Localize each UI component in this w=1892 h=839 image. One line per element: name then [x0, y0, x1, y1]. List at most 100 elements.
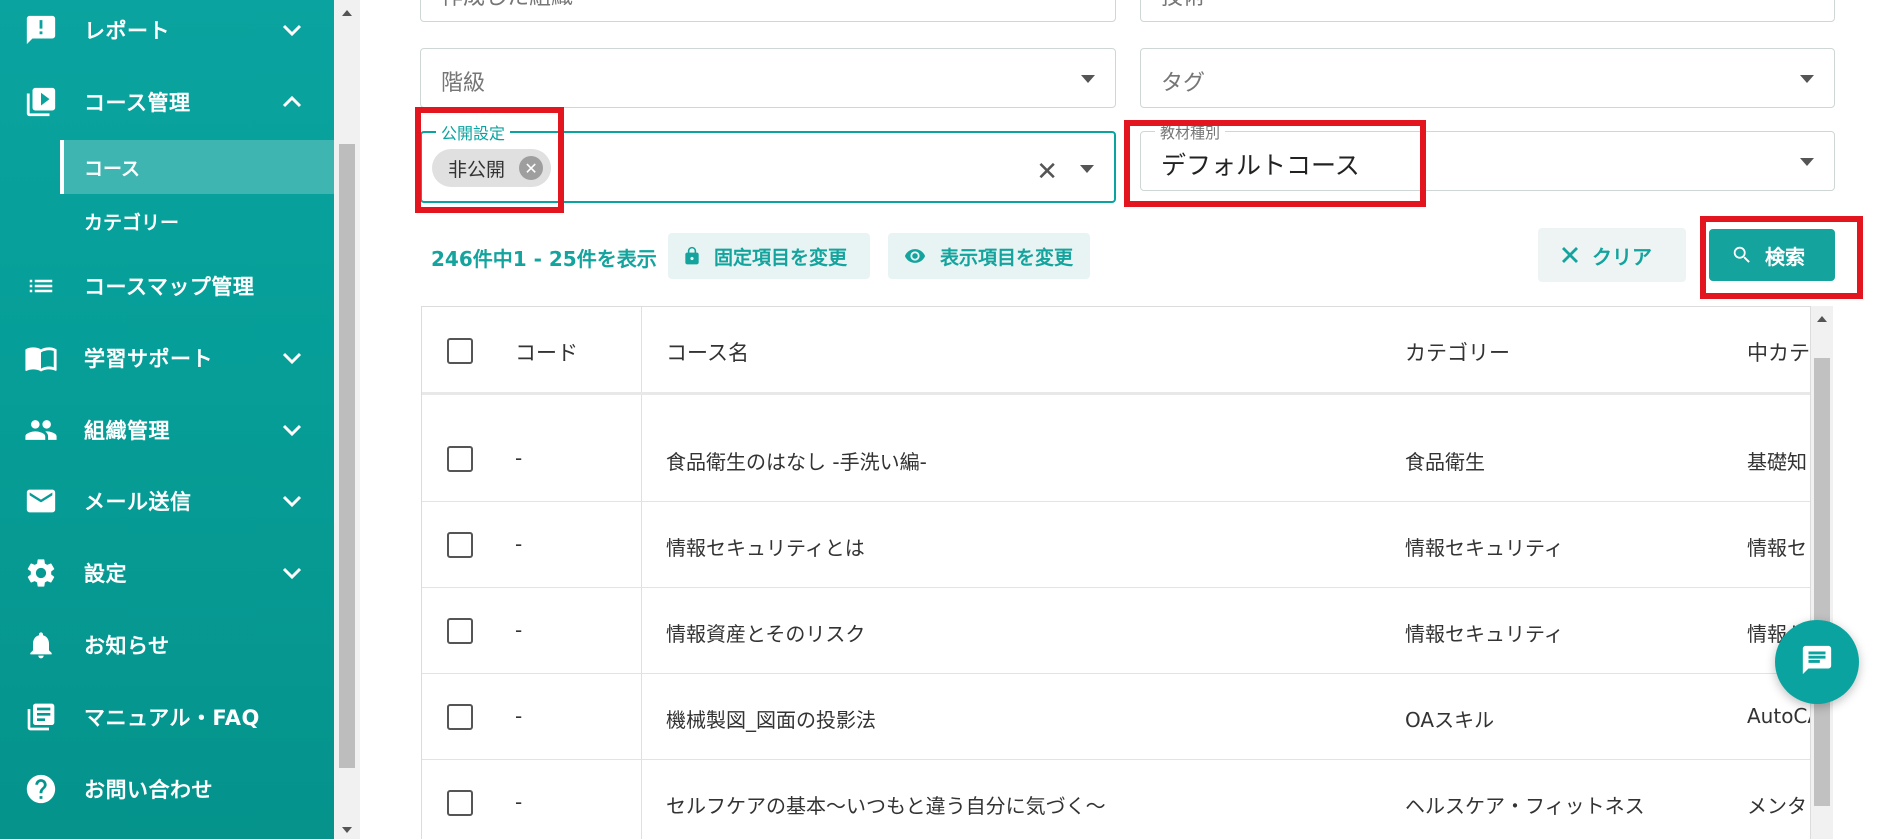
play-library-icon: [24, 85, 58, 119]
bell-icon: [24, 628, 58, 662]
scroll-down-arrow[interactable]: [342, 827, 352, 833]
close-icon: [1560, 245, 1580, 265]
sidebar-item-contact[interactable]: お問い合わせ: [0, 759, 334, 819]
sidebar-item-course-management[interactable]: コース管理: [0, 72, 334, 132]
search-button-label: 検索: [1765, 244, 1805, 269]
rank-placeholder: 階級: [441, 71, 486, 96]
dropdown-caret-icon: [1800, 158, 1814, 166]
row-course-name: セルフケアの基本〜いつもと違う自分に気づく〜: [666, 794, 1106, 818]
sidebar-subitem-label: コース: [84, 157, 141, 180]
clear-button[interactable]: クリア: [1538, 228, 1686, 282]
chevron-down-icon: [280, 18, 304, 42]
sidebar-item-label: レポート: [84, 19, 170, 43]
change-display-columns-label: 表示項目を変更: [940, 246, 1074, 269]
tech-filter-field[interactable]: 技術: [1140, 0, 1835, 22]
list-icon: [24, 269, 58, 303]
publish-setting-select[interactable]: 公開設定 非公開 ✕ ✕: [420, 120, 1116, 203]
row-subcategory: 情報セ: [1747, 536, 1807, 560]
sidebar-subitem-category[interactable]: カテゴリー: [60, 194, 334, 248]
change-display-columns-button[interactable]: 表示項目を変更: [888, 233, 1090, 279]
header-course-name[interactable]: コース名: [666, 337, 749, 367]
clear-selection-icon[interactable]: ✕: [1036, 159, 1058, 185]
row-course-name: 食品衛生のはなし -手洗い編-: [666, 450, 927, 474]
row-checkbox[interactable]: [447, 532, 473, 558]
table-row[interactable]: - 情報セキュリティとは 情報セキュリティ 情報セ: [422, 503, 1810, 588]
sidebar-item-label: 学習サポート: [84, 347, 213, 371]
header-category[interactable]: カテゴリー: [1405, 337, 1510, 367]
sidebar-item-mail[interactable]: メール送信: [0, 471, 334, 531]
sidebar-item-label: 設定: [84, 562, 127, 586]
sidebar-item-label: コースマップ管理: [84, 275, 255, 299]
table-row[interactable]: - 機械製図_図面の投影法 OAスキル AutoCA: [422, 675, 1810, 760]
tag-placeholder: タグ: [1161, 71, 1206, 96]
sidebar-item-label: メール送信: [84, 490, 192, 514]
chip-remove-icon[interactable]: ✕: [519, 156, 544, 180]
tag-select[interactable]: タグ: [1140, 48, 1835, 108]
row-subcategory: AutoCA: [1747, 704, 1810, 728]
row-subcategory: メンタ: [1747, 794, 1807, 818]
sidebar-item-manual[interactable]: マニュアル・FAQ: [0, 687, 334, 747]
sidebar-item-report[interactable]: レポート: [0, 0, 334, 60]
chip-label: 非公開: [448, 158, 506, 181]
sidebar-item-coursemap[interactable]: コースマップ管理: [0, 256, 334, 316]
sidebar-item-label: お知らせ: [84, 634, 170, 658]
rank-select[interactable]: 階級: [420, 48, 1116, 108]
material-type-value: デフォルトコース: [1161, 151, 1360, 180]
chat-icon: [1800, 643, 1834, 681]
row-checkbox[interactable]: [447, 790, 473, 816]
search-icon: [1731, 244, 1753, 266]
dropdown-caret-icon: [1800, 75, 1814, 83]
sidebar-item-label: コース管理: [84, 91, 191, 115]
sidebar-item-settings[interactable]: 設定: [0, 543, 334, 603]
scroll-up-arrow[interactable]: [1817, 316, 1827, 322]
table-row[interactable]: - セルフケアの基本〜いつもと違う自分に気づく〜 ヘルスケア・フィットネス メン…: [422, 761, 1810, 839]
row-checkbox[interactable]: [447, 446, 473, 472]
sidebar-subitem-course[interactable]: コース: [60, 140, 334, 194]
book-icon: [24, 341, 58, 375]
sidebar-item-label: マニュアル・FAQ: [84, 706, 260, 730]
eye-icon: [902, 245, 928, 267]
table-scrollbar[interactable]: [1811, 306, 1833, 839]
dropdown-caret-icon: [1081, 75, 1095, 83]
search-button[interactable]: 検索: [1709, 229, 1835, 281]
change-fixed-columns-button[interactable]: 固定項目を変更: [668, 233, 870, 279]
sidebar-item-label: お問い合わせ: [84, 778, 213, 802]
row-checkbox[interactable]: [447, 704, 473, 730]
row-category: ヘルスケア・フィットネス: [1405, 794, 1645, 818]
manual-icon: [24, 700, 58, 734]
sidebar-item-notices[interactable]: お知らせ: [0, 615, 334, 675]
sidebar-item-organization[interactable]: 組織管理: [0, 400, 334, 460]
scrollbar-thumb[interactable]: [1814, 358, 1830, 806]
selected-chip: 非公開 ✕: [432, 149, 552, 187]
header-code[interactable]: コード: [515, 337, 578, 367]
row-course-name: 情報セキュリティとは: [666, 536, 865, 560]
row-course-name: 情報資産とそのリスク: [666, 622, 866, 646]
mail-icon: [24, 484, 58, 518]
change-fixed-columns-label: 固定項目を変更: [714, 246, 848, 269]
scroll-up-arrow[interactable]: [342, 10, 352, 16]
select-all-checkbox[interactable]: [447, 338, 473, 364]
chevron-up-icon: [280, 90, 304, 114]
result-count-text: 246件中1 - 25件を表示: [431, 247, 657, 271]
material-type-select[interactable]: 教材種別 デフォルトコース: [1140, 122, 1835, 191]
chevron-down-icon: [280, 561, 304, 585]
row-checkbox[interactable]: [447, 618, 473, 644]
row-course-name: 機械製図_図面の投影法: [666, 708, 876, 732]
row-subcategory: 基礎知: [1747, 450, 1807, 474]
header-subcategory[interactable]: 中カテ: [1747, 337, 1810, 367]
row-category: 食品衛生: [1405, 450, 1485, 474]
scrollbar-thumb[interactable]: [339, 144, 355, 768]
table-row[interactable]: - 情報資産とそのリスク 情報セキュリティ 情報セ: [422, 589, 1810, 674]
sidebar-item-learning-support[interactable]: 学習サポート: [0, 328, 334, 388]
people-icon: [24, 413, 58, 447]
material-type-label: 教材種別: [1155, 122, 1226, 143]
report-icon: [24, 13, 58, 47]
publish-setting-label: 公開設定: [436, 120, 511, 144]
table-row[interactable]: - 食品衛生のはなし -手洗い編- 食品衛生 基礎知: [422, 417, 1810, 502]
chevron-down-icon: [280, 418, 304, 442]
help-icon: [24, 772, 58, 806]
chat-button[interactable]: [1775, 620, 1859, 704]
page-scrollbar[interactable]: [334, 0, 360, 839]
organization-filter-field[interactable]: 作成した組織: [420, 0, 1116, 22]
sidebar-subitem-label: カテゴリー: [84, 211, 180, 234]
